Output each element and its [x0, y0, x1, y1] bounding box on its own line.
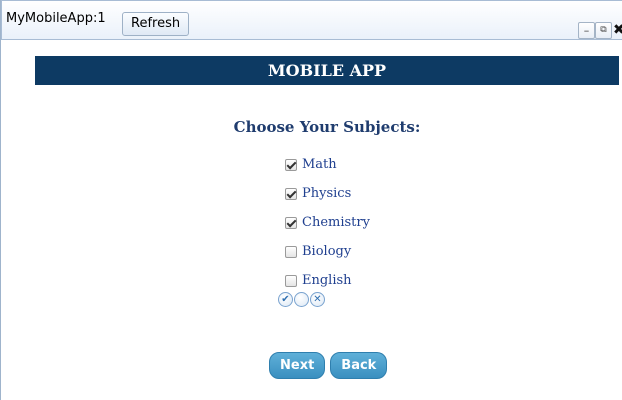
window-titlebar: MyMobileApp:1 Refresh – ⧉ ✖	[1, 0, 622, 40]
subject-label[interactable]: Math	[302, 157, 337, 173]
subject-item-chemistry[interactable]: Chemistry	[285, 208, 370, 237]
checkbox-math[interactable]	[285, 158, 297, 171]
subjects-heading: Choose Your Subjects:	[233, 118, 421, 136]
subject-label[interactable]: Physics	[302, 186, 351, 202]
tri-state-selector: ✔ ✕	[278, 292, 325, 307]
back-button[interactable]: Back	[330, 352, 388, 379]
subject-label[interactable]: Chemistry	[302, 215, 370, 231]
clear-all-icon[interactable]: ✕	[310, 292, 325, 307]
navigation-buttons: Next Back	[269, 352, 388, 379]
subject-item-biology[interactable]: Biology	[285, 237, 370, 266]
window-title: MyMobileApp:1	[6, 11, 106, 26]
minimize-icon[interactable]: –	[578, 22, 595, 39]
indeterminate-icon[interactable]	[294, 292, 309, 307]
subject-item-physics[interactable]: Physics	[285, 179, 370, 208]
popout-icon[interactable]: ⧉	[595, 22, 612, 39]
next-button[interactable]: Next	[269, 352, 326, 379]
checkbox-biology[interactable]	[285, 245, 297, 258]
subject-item-math[interactable]: Math	[285, 150, 370, 179]
subject-item-english[interactable]: English	[285, 266, 370, 295]
checkbox-chemistry[interactable]	[285, 216, 297, 229]
app-header: MOBILE APP	[35, 56, 619, 85]
subject-checkbox-list: Math Physics Chemistry Biology English	[285, 150, 370, 295]
checkbox-physics[interactable]	[285, 187, 297, 200]
app-window: MyMobileApp:1 Refresh – ⧉ ✖ MOBILE APP C…	[0, 0, 622, 400]
close-icon[interactable]: ✖	[613, 22, 622, 39]
checkbox-english[interactable]	[285, 274, 297, 287]
subject-label[interactable]: English	[302, 273, 352, 289]
subject-label[interactable]: Biology	[302, 244, 351, 260]
check-all-icon[interactable]: ✔	[278, 292, 293, 307]
refresh-button[interactable]: Refresh	[122, 12, 190, 36]
